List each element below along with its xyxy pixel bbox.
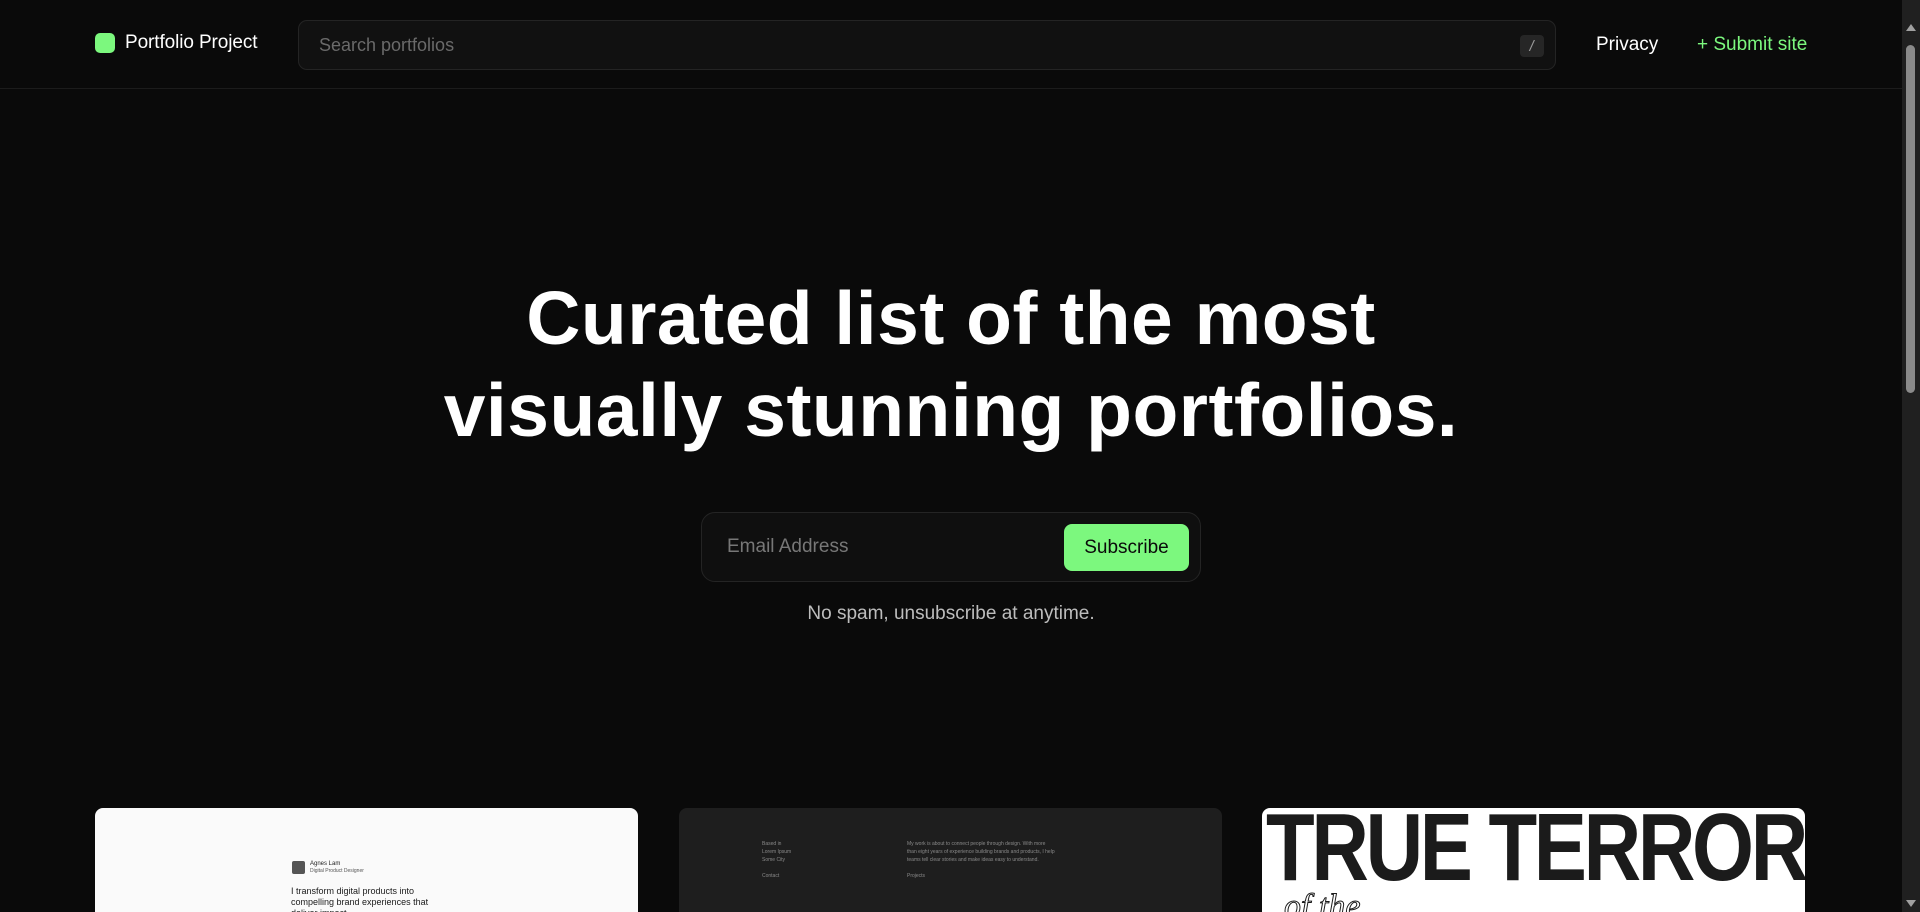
card-text-line: Some City — [762, 857, 786, 863]
card-text-line: Contact — [762, 873, 780, 879]
scroll-down-arrow-icon[interactable] — [1906, 900, 1916, 907]
card-text-line: than eight years of experience building … — [907, 849, 1055, 855]
logo-text: Portfolio Project — [125, 32, 258, 53]
hero-title-line-2: visually stunning portfolios. — [443, 368, 1459, 452]
avatar — [292, 861, 305, 874]
card-text-line: Projects — [907, 873, 926, 879]
card-intro-text: I transform digital products into compel… — [291, 886, 429, 912]
logo-link[interactable]: Portfolio Project — [95, 32, 258, 54]
page: Portfolio Project / Privacy + Submit sit… — [0, 0, 1920, 912]
no-spam-note: No spam, unsubscribe at anytime. — [807, 603, 1095, 624]
search-input[interactable] — [299, 21, 1555, 69]
page-scrollbar[interactable] — [1902, 0, 1920, 912]
card-text-line: Lorem Ipsum — [762, 849, 792, 855]
search-shortcut-key: / — [1520, 35, 1544, 57]
card-text-line: My work is about to connect people throu… — [907, 841, 1046, 847]
card-text-line: Based in — [762, 841, 782, 847]
card-author-role: Digital Product Designer — [310, 868, 364, 874]
scroll-up-arrow-icon[interactable] — [1906, 24, 1916, 31]
card-text-line: teams tell clear stories and make ideas … — [907, 857, 1039, 863]
logo-icon — [95, 33, 115, 53]
card-author-name: Agnes Lam — [310, 861, 341, 867]
nav-privacy-link[interactable]: Privacy — [1596, 34, 1658, 56]
portfolio-card[interactable]: Agnes Lam Digital Product Designer I tra… — [95, 808, 638, 912]
hero-title-line-1: Curated list of the most — [526, 276, 1376, 360]
portfolio-card[interactable]: TRUE TERRORS of the — [1262, 808, 1805, 912]
hero-title: Curated list of the most visually stunni… — [0, 272, 1902, 456]
newsletter-form: Subscribe — [701, 512, 1201, 582]
subscribe-button[interactable]: Subscribe — [1064, 524, 1189, 571]
submit-site-link[interactable]: + Submit site — [1697, 34, 1807, 56]
site-header: Portfolio Project / Privacy + Submit sit… — [0, 0, 1902, 89]
card-poster-title: TRUE TERRORS — [1266, 808, 1805, 901]
portfolio-card[interactable]: Based in Lorem Ipsum Some City Contact M… — [679, 808, 1222, 912]
search-bar: / — [298, 20, 1556, 70]
email-input[interactable] — [702, 513, 1062, 581]
card-poster-subtitle: of the — [1283, 888, 1361, 912]
scrollbar-thumb[interactable] — [1906, 45, 1915, 393]
